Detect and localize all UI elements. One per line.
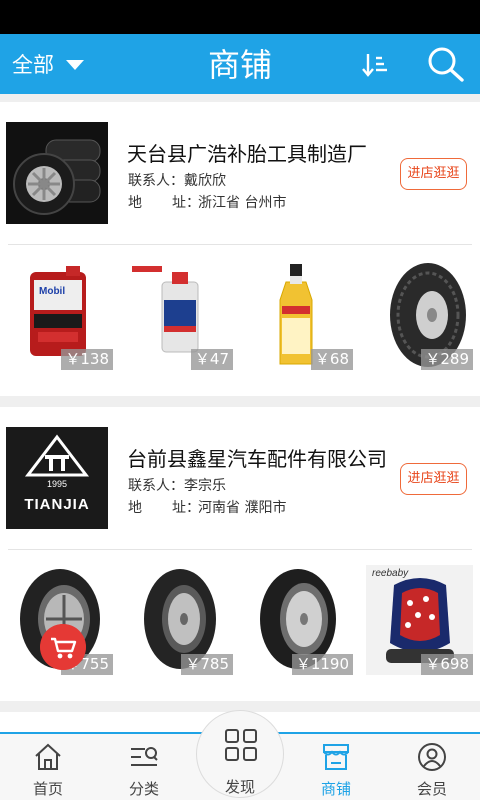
tab-store[interactable]: 商铺 [288,734,384,800]
product-price: ￥138 [61,349,113,370]
product-price: ￥289 [421,349,473,370]
product-item[interactable]: ￥47 [126,260,233,370]
tab-home[interactable]: 首页 [0,734,96,800]
home-icon [35,743,61,770]
status-bar [0,0,480,34]
shop-address: 地 址：河南省 濮阳市 [128,497,286,517]
top-header: 全部 商铺 [0,34,480,94]
product-price: ￥1190 [291,654,353,675]
product-strip: Mobil ￥138 ￥47 ￥68 ￥289 [0,260,480,370]
product-price: ￥47 [190,349,233,370]
logo-year: 1995 [47,479,67,489]
filter-label: 全部 [12,53,54,77]
grid-icon[interactable] [224,728,258,762]
tab-label: 会员 [416,780,447,798]
shop-contact: 联系人：戴欣欣 [128,173,226,189]
tab-category[interactable]: 分类 [96,734,192,800]
address-value: 河南省 濮阳市 [198,500,287,516]
visit-shop-button[interactable]: 进店逛逛 [400,463,467,495]
tab-label: 首页 [32,780,63,798]
shop-address: 地 址：浙江省 台州市 [128,192,286,212]
divider [8,244,472,245]
sort-icon[interactable] [360,50,390,80]
store-icon [323,744,349,770]
tab-label: 分类 [128,780,159,798]
address-key: 地 [128,500,142,516]
product-item[interactable]: ￥785 [126,565,233,675]
shop-name[interactable]: 天台县广浩补胎工具制造厂 [127,138,367,167]
product-price: ￥785 [181,654,233,675]
product-price: ￥68 [310,349,353,370]
product-item[interactable]: Mobil ￥138 [6,260,113,370]
product-price: ￥698 [421,654,473,675]
tianjia-logo: 1995 TIANJIA [6,427,108,529]
address-key: 址： [172,500,200,516]
category-icon [131,747,158,766]
shop-card[interactable]: 天台县广浩补胎工具制造厂 联系人：戴欣欣 地 址：浙江省 台州市 进店逛逛 Mob… [0,102,480,396]
shop-name[interactable]: 台前县鑫星汽车配件有限公司 [127,443,387,472]
shop-logo-tires[interactable] [6,122,108,224]
search-icon[interactable] [426,46,466,82]
visit-shop-button[interactable]: 进店逛逛 [400,158,467,190]
product-item[interactable]: ￥68 [246,260,353,370]
product-item[interactable]: ￥289 [366,260,473,370]
shop-contact: 联系人：李宗乐 [128,478,226,494]
tire-stack-logo [6,122,108,224]
address-value: 浙江省 台州市 [198,195,287,211]
shop-logo-tianjia[interactable]: 1995 TIANJIA [6,427,108,529]
cart-icon[interactable] [40,624,86,670]
filter-dropdown[interactable]: 全部 [12,34,84,94]
tab-label: 发现 [224,778,255,796]
tab-member[interactable]: 会员 [384,734,480,800]
divider [8,549,472,550]
svg-text:Mobil: Mobil [39,286,65,297]
product-item[interactable]: ￥1190 [246,565,353,675]
address-key: 地 [128,195,142,211]
product-item[interactable]: reebaby ￥698 [366,565,473,675]
tab-label: 商铺 [320,780,351,798]
address-key: 址： [172,195,200,211]
logo-text: TIANJIA [24,496,89,513]
brand-text: reebaby [372,568,409,579]
user-icon [418,743,446,771]
chevron-down-icon [66,60,84,70]
